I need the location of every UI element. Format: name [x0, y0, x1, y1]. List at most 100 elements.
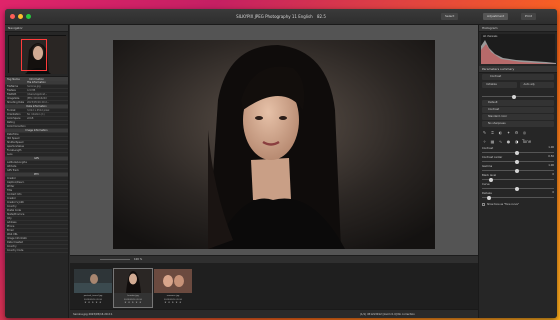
standard-color-preset[interactable]: Standard color	[482, 114, 554, 120]
crop-icon[interactable]: ⌗	[490, 130, 495, 135]
select-button[interactable]: Select	[441, 13, 459, 20]
info-value: 3,012 x 4512 pixel	[27, 109, 50, 112]
gear-icon[interactable]: ⚙	[514, 130, 519, 135]
auto-adjust-button[interactable]: Auto adj.	[519, 82, 554, 88]
print-button[interactable]: Print	[521, 13, 536, 20]
params-header[interactable]: Parameters summary	[479, 66, 557, 73]
info-key: Web URL	[7, 233, 18, 236]
info-value: No rotation (1)	[27, 113, 45, 116]
tone-label[interactable]: Tone	[522, 139, 531, 144]
navigator-view-frame[interactable]	[20, 39, 47, 71]
contrast-preset[interactable]: Contrast	[482, 107, 554, 113]
tone-sliders: Contrast 1.00 Contrast center 0.50 Gamma 1.00…	[479, 146, 557, 200]
thumbnail-1-rating[interactable]: ★ ★ ★ ★ ★	[74, 301, 112, 304]
thumbnail-2-rating[interactable]: ★ ★ ★ ★ ★	[114, 301, 152, 304]
info-value	[27, 201, 68, 204]
thumbnail-3-rating[interactable]: ★ ★ ★ ★ ★	[154, 301, 192, 304]
slider-knob[interactable]	[487, 195, 492, 200]
info-key: Phone	[7, 225, 15, 228]
slider-gamma[interactable]: Gamma 1.00	[482, 164, 554, 173]
navigator-thumbnail[interactable]	[7, 35, 67, 74]
histogram-header[interactable]: Histogram	[479, 25, 557, 32]
info-key: GPS	[34, 157, 39, 160]
image-canvas[interactable]	[70, 25, 478, 255]
default-preset[interactable]: Default	[482, 100, 554, 106]
col-tag-name[interactable]: Tag Name	[5, 77, 27, 81]
slider-value[interactable]: 0	[552, 173, 554, 176]
info-value	[27, 169, 68, 172]
slider-track[interactable]	[482, 179, 554, 180]
color-icon[interactable]: ◐	[498, 130, 503, 135]
slider-value[interactable]: 1.00	[548, 164, 554, 167]
info-key: FocalLength	[7, 149, 22, 152]
info-value	[27, 149, 68, 152]
thumbnail-2-selected[interactable]: heroine.jpg 2023/05/16 20:16 ★ ★ ★ ★ ★	[113, 268, 153, 308]
star-icon[interactable]: ✦	[506, 130, 511, 135]
slider-knob[interactable]	[515, 150, 519, 155]
info-value	[27, 189, 68, 192]
info-key: File Information	[27, 81, 46, 84]
grid-icon[interactable]: ▦	[490, 139, 495, 144]
sharpness-preset[interactable]: No sharpness	[482, 121, 554, 127]
info-key: Postal Code	[7, 209, 22, 212]
thumbnail-3-name: romance.jpg	[166, 295, 180, 297]
contrast-icon[interactable]: ◑	[514, 139, 519, 144]
histogram-graph	[481, 40, 556, 64]
thumbnail-1-image	[74, 269, 112, 293]
slider-contrast-center[interactable]: Contrast center 0.50	[482, 155, 554, 164]
info-value: JPEG 4160x6240	[27, 97, 47, 100]
slider-knob[interactable]	[515, 168, 519, 173]
lens-icon[interactable]: ◎	[522, 130, 527, 135]
info-key: FileSize	[7, 89, 16, 92]
navigator-header[interactable]: Navigator	[5, 25, 68, 32]
info-key: Caption/Descr.	[7, 181, 25, 184]
thumbnail-3[interactable]: romance.jpg 2023/05/16 20:16 ★ ★ ★ ★ ★	[154, 269, 192, 307]
contrast-section[interactable]: Contrast	[482, 74, 554, 80]
slider-knob[interactable]	[515, 186, 519, 191]
initialize-button[interactable]: Initialize	[482, 82, 517, 88]
wand-icon[interactable]: ✧	[482, 139, 487, 144]
slider-value[interactable]: 0	[552, 191, 554, 194]
filmstrip-toolbar: 100 %	[70, 255, 478, 263]
slider-value[interactable]: 0.50	[548, 155, 554, 158]
slider-label: Black level	[482, 174, 497, 177]
info-key: ApertureValue	[7, 145, 25, 148]
info-value	[27, 181, 68, 184]
slider-dehaze[interactable]: Dehaze 0	[482, 191, 554, 200]
info-value	[27, 233, 68, 236]
slider-curve[interactable]: Curve	[482, 182, 554, 191]
info-value	[27, 185, 68, 188]
info-key: FilePath	[7, 93, 17, 96]
info-key: GPS Track	[7, 169, 19, 172]
info-row[interactable]: Country Code	[5, 249, 68, 253]
thumb-size-slider[interactable]	[100, 259, 130, 260]
thumbnail-1[interactable]: portrait_tunnel.jpg 2023/05/16 20:16 ★ ★…	[74, 269, 112, 307]
thumbnail-3-image	[154, 269, 192, 293]
info-key: ImageSize	[7, 97, 20, 100]
drop-icon[interactable]: ●	[506, 139, 511, 144]
slider-track[interactable]	[482, 197, 554, 198]
info-key: Latitude/Longitude	[7, 161, 27, 164]
portrait-photo[interactable]	[113, 40, 435, 249]
exposure-slider[interactable]	[482, 90, 554, 99]
status-info: (1/1) 4512x3012 [zoom 0.4] No correction	[360, 313, 415, 316]
slider-knob[interactable]	[515, 159, 519, 164]
slider-value[interactable]: 1.00	[548, 146, 554, 149]
info-key: FileName	[7, 85, 19, 88]
adjustment-button[interactable]: Adjustment	[483, 13, 509, 20]
info-value	[27, 145, 68, 148]
info-value: 2023/05/16 20:2...	[27, 101, 50, 104]
slider-contrast[interactable]: Contrast 1.00	[482, 146, 554, 155]
curve-icon[interactable]: ∿	[498, 139, 503, 144]
info-key: Lens	[7, 153, 13, 156]
info-key: IPTC	[33, 173, 40, 176]
status-filename: heroine.jpg 2023/05/16 20:2:1	[73, 313, 113, 316]
brush-icon[interactable]: ✎	[482, 130, 487, 135]
info-key: ColorSpace	[7, 117, 21, 120]
slider-label: Curve	[482, 183, 490, 186]
tone-curve-checkbox[interactable]	[482, 203, 485, 206]
histogram-channel[interactable]: All channels	[483, 35, 497, 38]
info-key: Data Information	[26, 105, 47, 108]
slider-knob[interactable]	[488, 177, 493, 182]
slider-black-level[interactable]: Black level 0	[482, 173, 554, 182]
